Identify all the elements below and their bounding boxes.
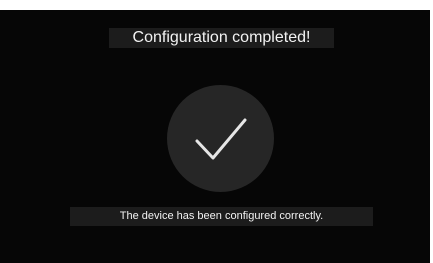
status-message: The device has been configured correctly… [70,207,373,226]
success-indicator [167,85,274,192]
page-title: Configuration completed! [109,28,334,48]
configuration-complete-screen: Configuration completed! The device has … [0,0,433,263]
checkmark-icon [195,118,247,160]
